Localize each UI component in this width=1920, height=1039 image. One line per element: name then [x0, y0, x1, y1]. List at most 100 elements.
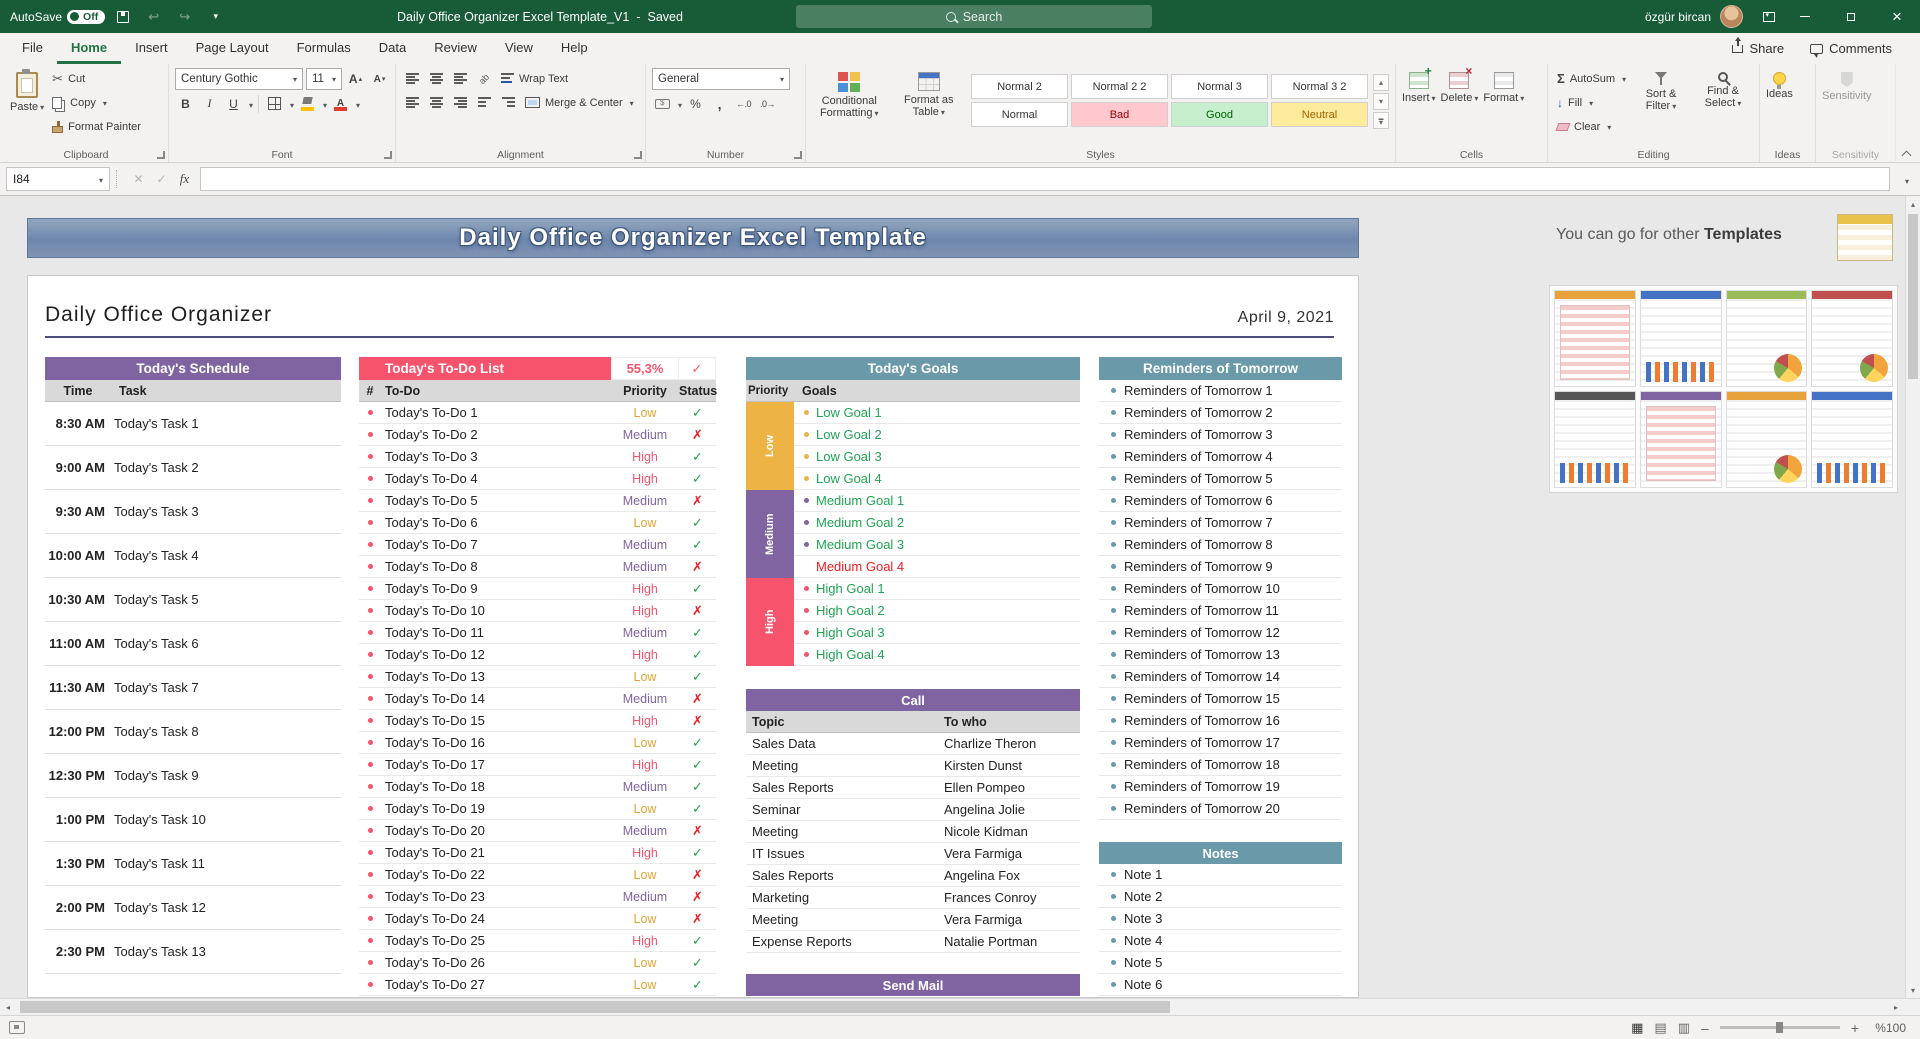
undo-button[interactable]: [140, 0, 167, 33]
vertical-scrollbar[interactable]: [1905, 196, 1920, 998]
ribbon-tab[interactable]: Insert: [121, 33, 182, 64]
todo-row[interactable]: Today's To-Do 24 Low ✗: [359, 908, 716, 930]
enter-button[interactable]: [150, 167, 173, 191]
format-painter-button[interactable]: Format Painter: [49, 116, 144, 137]
italic-button[interactable]: [199, 93, 220, 114]
call-row[interactable]: Marketing Frances Conroy: [746, 887, 1080, 909]
horizontal-scrollbar-thumb[interactable]: [20, 1001, 1170, 1013]
reminder-row[interactable]: Reminders of Tomorrow 15: [1099, 688, 1342, 710]
accounting-format-button[interactable]: [652, 93, 673, 114]
schedule-row[interactable]: 9:30 AM Today's Task 3: [45, 490, 341, 534]
status-icon[interactable]: [9, 1021, 25, 1034]
reminder-row[interactable]: Reminders of Tomorrow 7: [1099, 512, 1342, 534]
save-button[interactable]: [109, 0, 136, 33]
copy-button[interactable]: Copy: [49, 92, 144, 113]
scroll-right-arrow-icon[interactable]: [1888, 999, 1904, 1015]
restore-button[interactable]: [1828, 0, 1874, 33]
comments-button[interactable]: Comments: [1798, 33, 1904, 64]
ribbon-tab[interactable]: Home: [57, 33, 121, 64]
merge-and-center-button[interactable]: Merge & Center: [522, 92, 637, 113]
dropdown-arrow-icon[interactable]: [676, 96, 682, 111]
ribbon-display-options-button[interactable]: [1755, 0, 1782, 33]
zoom-in-button[interactable]: [1851, 1020, 1859, 1036]
reminder-row[interactable]: Reminders of Tomorrow 2: [1099, 402, 1342, 424]
todo-row[interactable]: Today's To-Do 9 High ✓: [359, 578, 716, 600]
goal-row[interactable]: Low Goal 2: [794, 424, 1080, 446]
todo-row[interactable]: Today's To-Do 8 Medium ✗: [359, 556, 716, 578]
goal-row[interactable]: Medium Goal 3: [794, 534, 1080, 556]
todo-row[interactable]: Today's To-Do 1 Low ✓: [359, 402, 716, 424]
name-box[interactable]: I84: [6, 167, 110, 191]
decrease-indent-button[interactable]: [474, 92, 495, 113]
todo-row[interactable]: Today's To-Do 7 Medium ✓: [359, 534, 716, 556]
template-thumbnail[interactable]: [1811, 290, 1893, 387]
todo-row[interactable]: Today's To-Do 26 Low ✓: [359, 952, 716, 974]
schedule-row[interactable]: 1:30 PM Today's Task 11: [45, 842, 341, 886]
reminder-row[interactable]: Reminders of Tomorrow 4: [1099, 446, 1342, 468]
scroll-down-arrow-icon[interactable]: [1906, 982, 1920, 998]
goal-row[interactable]: Low Goal 1: [794, 402, 1080, 424]
comma-style-button[interactable]: [709, 93, 730, 114]
zoom-level[interactable]: %100: [1870, 1021, 1906, 1035]
schedule-row[interactable]: 8:30 AM Today's Task 1: [45, 402, 341, 446]
cell-style-option[interactable]: Normal 3 2: [1271, 74, 1368, 99]
reminder-row[interactable]: Reminders of Tomorrow 9: [1099, 556, 1342, 578]
template-thumbnail[interactable]: [1726, 290, 1808, 387]
orientation-button[interactable]: [474, 68, 495, 89]
cell-style-option[interactable]: Normal 2: [971, 74, 1068, 99]
todo-row[interactable]: Today's To-Do 17 High ✓: [359, 754, 716, 776]
format-as-table-button[interactable]: Format as Table: [892, 68, 967, 147]
dropdown-arrow-icon[interactable]: [354, 96, 360, 111]
call-row[interactable]: Meeting Vera Farmiga: [746, 909, 1080, 931]
conditional-formatting-button[interactable]: Conditional Formatting: [812, 68, 887, 147]
worksheet-area[interactable]: Daily Office Organizer Excel Template Yo…: [0, 196, 1905, 998]
font-family-select[interactable]: Century Gothic: [175, 68, 303, 90]
page-layout-view-button[interactable]: [1654, 1020, 1666, 1036]
font-color-button[interactable]: [330, 93, 351, 114]
reminder-row[interactable]: Reminders of Tomorrow 17: [1099, 732, 1342, 754]
call-row[interactable]: Seminar Angelina Jolie: [746, 799, 1080, 821]
styles-scroll-down-button[interactable]: ▾: [1373, 93, 1389, 110]
goal-row[interactable]: High Goal 3: [794, 622, 1080, 644]
sensitivity-button[interactable]: Sensitivity: [1822, 68, 1872, 147]
goal-row[interactable]: High Goal 2: [794, 600, 1080, 622]
call-row[interactable]: Sales Reports Ellen Pompeo: [746, 777, 1080, 799]
call-row[interactable]: IT Issues Vera Farmiga: [746, 843, 1080, 865]
template-thumbnail[interactable]: [1726, 391, 1808, 488]
normal-view-button[interactable]: [1631, 1020, 1643, 1036]
format-cells-button[interactable]: Format: [1483, 68, 1524, 147]
underline-button[interactable]: [223, 93, 244, 114]
ribbon-tab[interactable]: Review: [420, 33, 491, 64]
top-align-button[interactable]: [402, 68, 423, 89]
todo-row[interactable]: Today's To-Do 25 High ✓: [359, 930, 716, 952]
goal-row[interactable]: Low Goal 3: [794, 446, 1080, 468]
todo-row[interactable]: Today's To-Do 10 High ✗: [359, 600, 716, 622]
schedule-row[interactable]: 12:30 PM Today's Task 9: [45, 754, 341, 798]
call-row[interactable]: Meeting Nicole Kidman: [746, 821, 1080, 843]
borders-button[interactable]: [264, 93, 285, 114]
find-and-select-button[interactable]: Find & Select: [1693, 68, 1753, 147]
fill-color-button[interactable]: [297, 93, 318, 114]
percent-style-button[interactable]: [685, 93, 706, 114]
schedule-row[interactable]: 12:00 PM Today's Task 8: [45, 710, 341, 754]
close-button[interactable]: [1874, 0, 1920, 33]
note-row[interactable]: Note 2: [1099, 886, 1342, 908]
template-thumbnail[interactable]: [1811, 391, 1893, 488]
call-row[interactable]: Sales Data Charlize Theron: [746, 733, 1080, 755]
call-row[interactable]: Expense Reports Natalie Portman: [746, 931, 1080, 953]
bold-button[interactable]: [175, 93, 196, 114]
font-size-select[interactable]: 11: [306, 68, 342, 90]
cell-style-option[interactable]: Normal: [971, 102, 1068, 127]
reminder-row[interactable]: Reminders of Tomorrow 18: [1099, 754, 1342, 776]
increase-decimal-button[interactable]: [733, 93, 754, 114]
increase-font-size-button[interactable]: [345, 69, 366, 90]
zoom-slider-thumb[interactable]: [1776, 1022, 1783, 1033]
template-thumbnail[interactable]: [1554, 290, 1636, 387]
goal-row[interactable]: High Goal 1: [794, 578, 1080, 600]
horizontal-scrollbar[interactable]: [0, 998, 1920, 1015]
note-row[interactable]: Note 1: [1099, 864, 1342, 886]
reminder-row[interactable]: Reminders of Tomorrow 13: [1099, 644, 1342, 666]
formula-input[interactable]: [200, 167, 1890, 191]
cell-style-option[interactable]: Normal 2 2: [1071, 74, 1168, 99]
cell-style-option[interactable]: Normal 3: [1171, 74, 1268, 99]
